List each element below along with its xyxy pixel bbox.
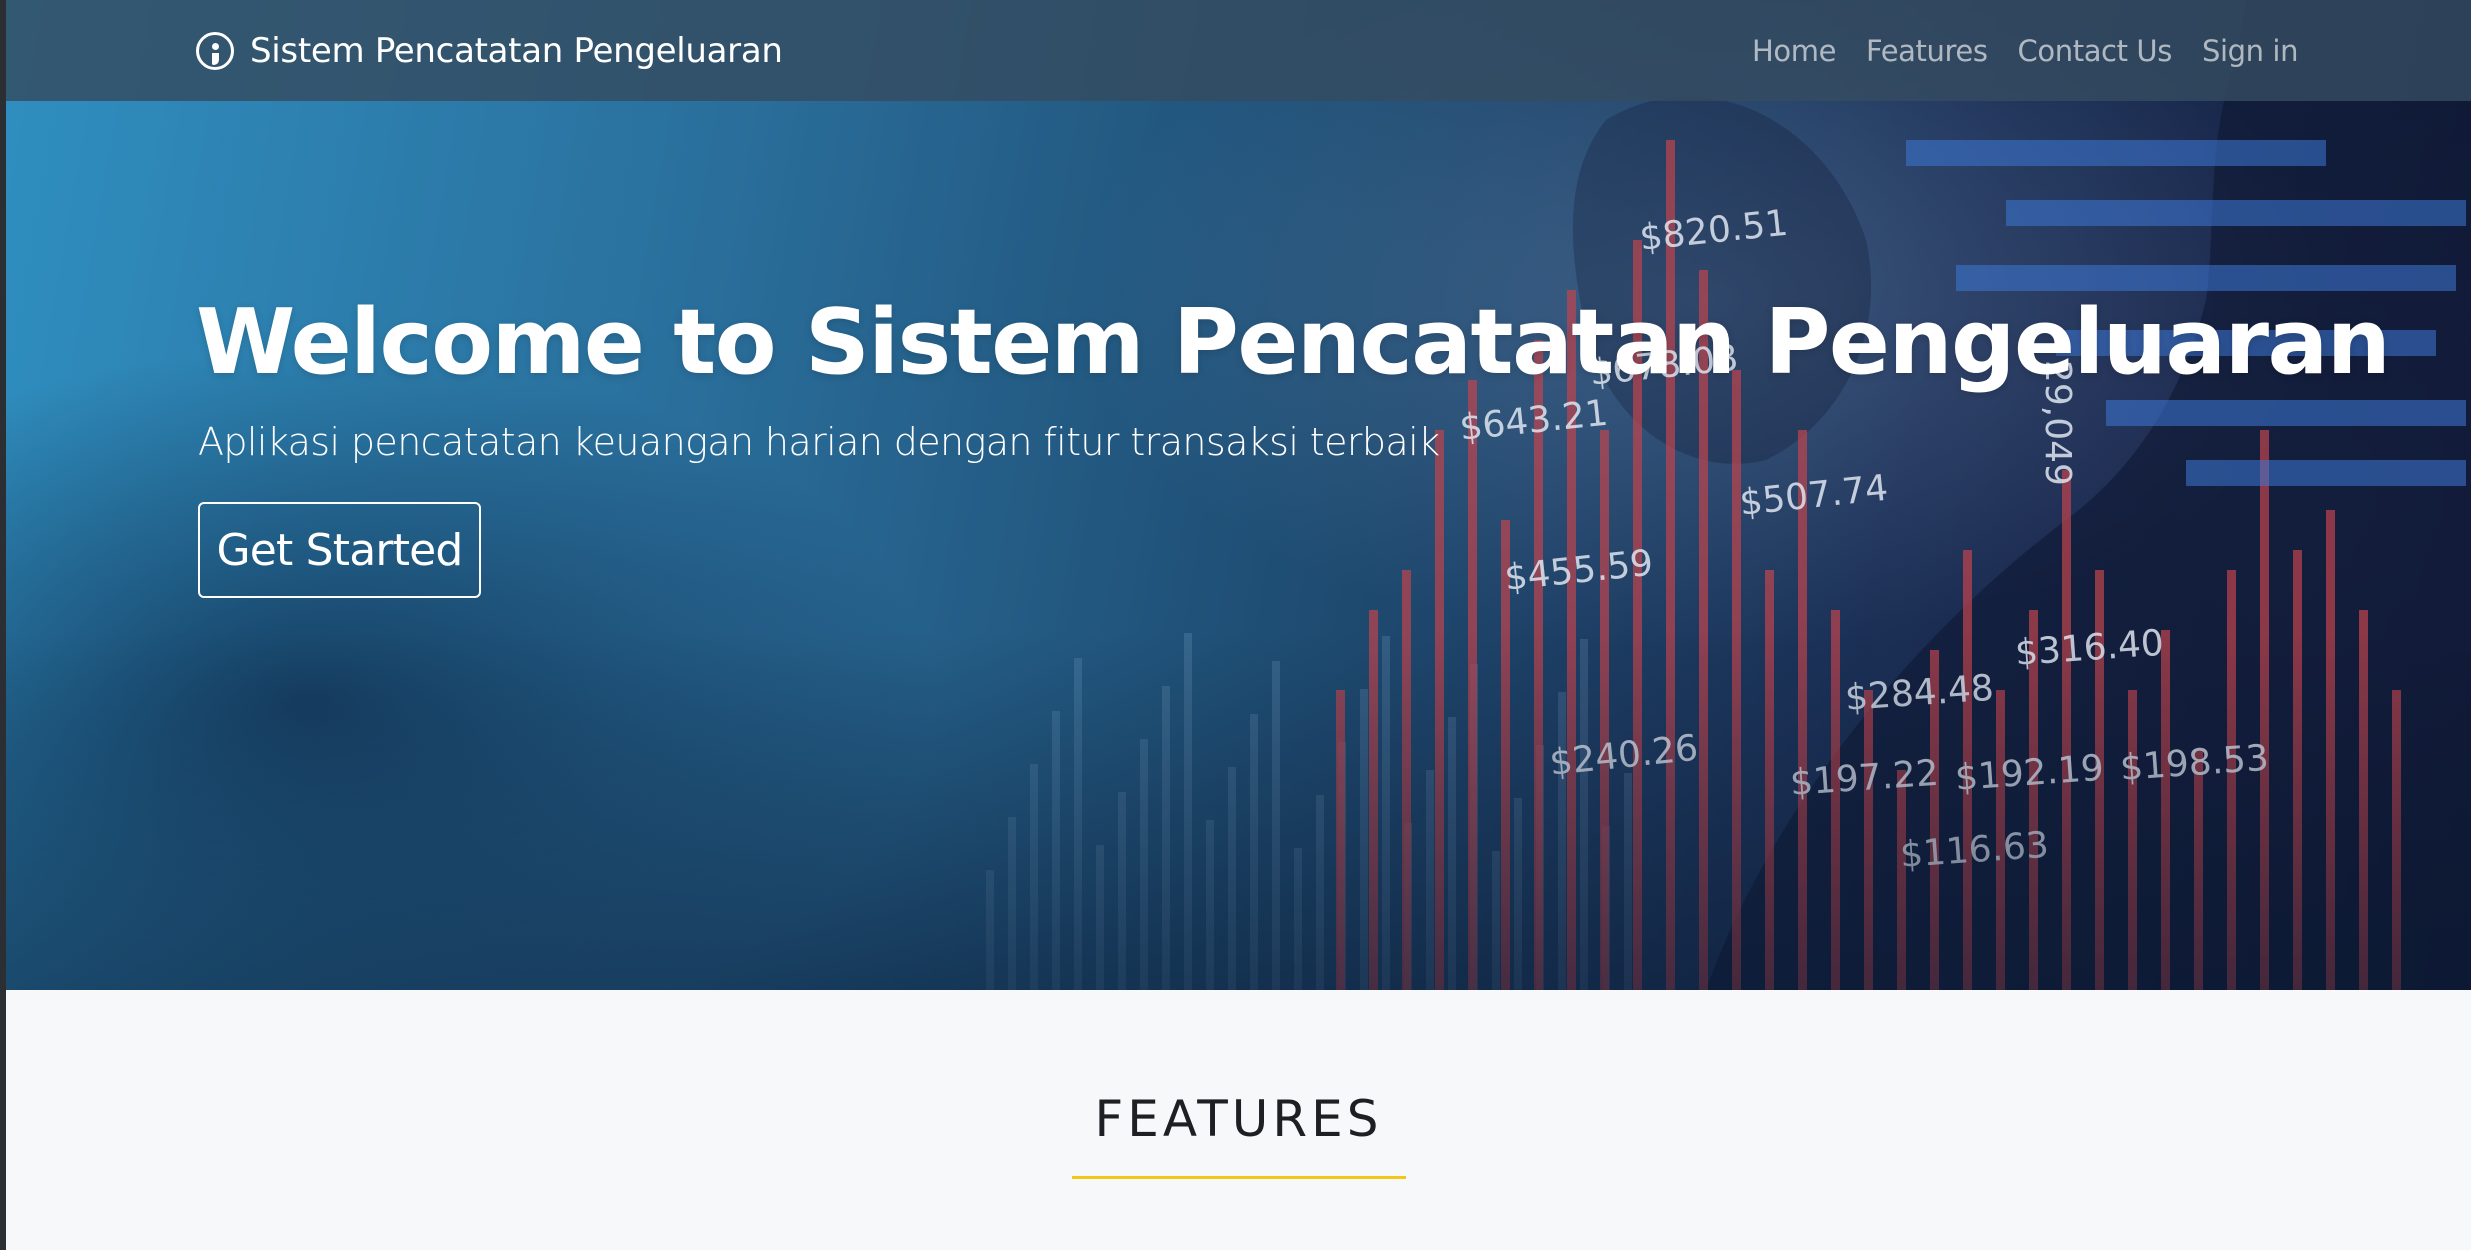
hero-subtitle: Aplikasi pencatatan keuangan harian deng…	[198, 420, 1440, 464]
nav-link-sign-in[interactable]: Sign in	[2202, 34, 2299, 68]
background-bar	[1906, 140, 2326, 166]
background-price-label: $455.59	[1503, 543, 1655, 599]
top-navbar: Sistem Pencatatan Pengeluaran Home Featu…	[6, 0, 2471, 101]
features-heading: FEATURES	[1094, 1090, 1383, 1148]
nav-link-features[interactable]: Features	[1866, 34, 1988, 68]
brand-link[interactable]: Sistem Pencatatan Pengeluaran	[196, 0, 783, 101]
background-bar	[2106, 400, 2466, 426]
nav-link-home[interactable]: Home	[1752, 34, 1836, 68]
semicolon-circle-icon	[196, 31, 234, 70]
browser-viewport: $820.51$678.08$643.21$507.74$455.59$316.…	[6, 0, 2471, 1250]
background-bar	[1956, 265, 2456, 291]
hero-section: $820.51$678.08$643.21$507.74$455.59$316.…	[6, 0, 2471, 990]
hero-bottom-shade	[6, 630, 2471, 990]
background-price-label: $507.74	[1738, 468, 1890, 524]
background-price-label: $643.21	[1458, 393, 1610, 449]
features-heading-underline	[1072, 1176, 1406, 1179]
hero-title: Welcome to Sistem Pencatatan Pengeluaran	[196, 290, 2391, 395]
nav-link-contact-us[interactable]: Contact Us	[2018, 34, 2173, 68]
nav-links: Home Features Contact Us Sign in	[1752, 0, 2298, 101]
background-bar	[2006, 200, 2466, 226]
brand-name: Sistem Pencatatan Pengeluaran	[250, 30, 783, 71]
get-started-button[interactable]: Get Started	[198, 502, 481, 598]
background-bar	[2186, 460, 2466, 486]
